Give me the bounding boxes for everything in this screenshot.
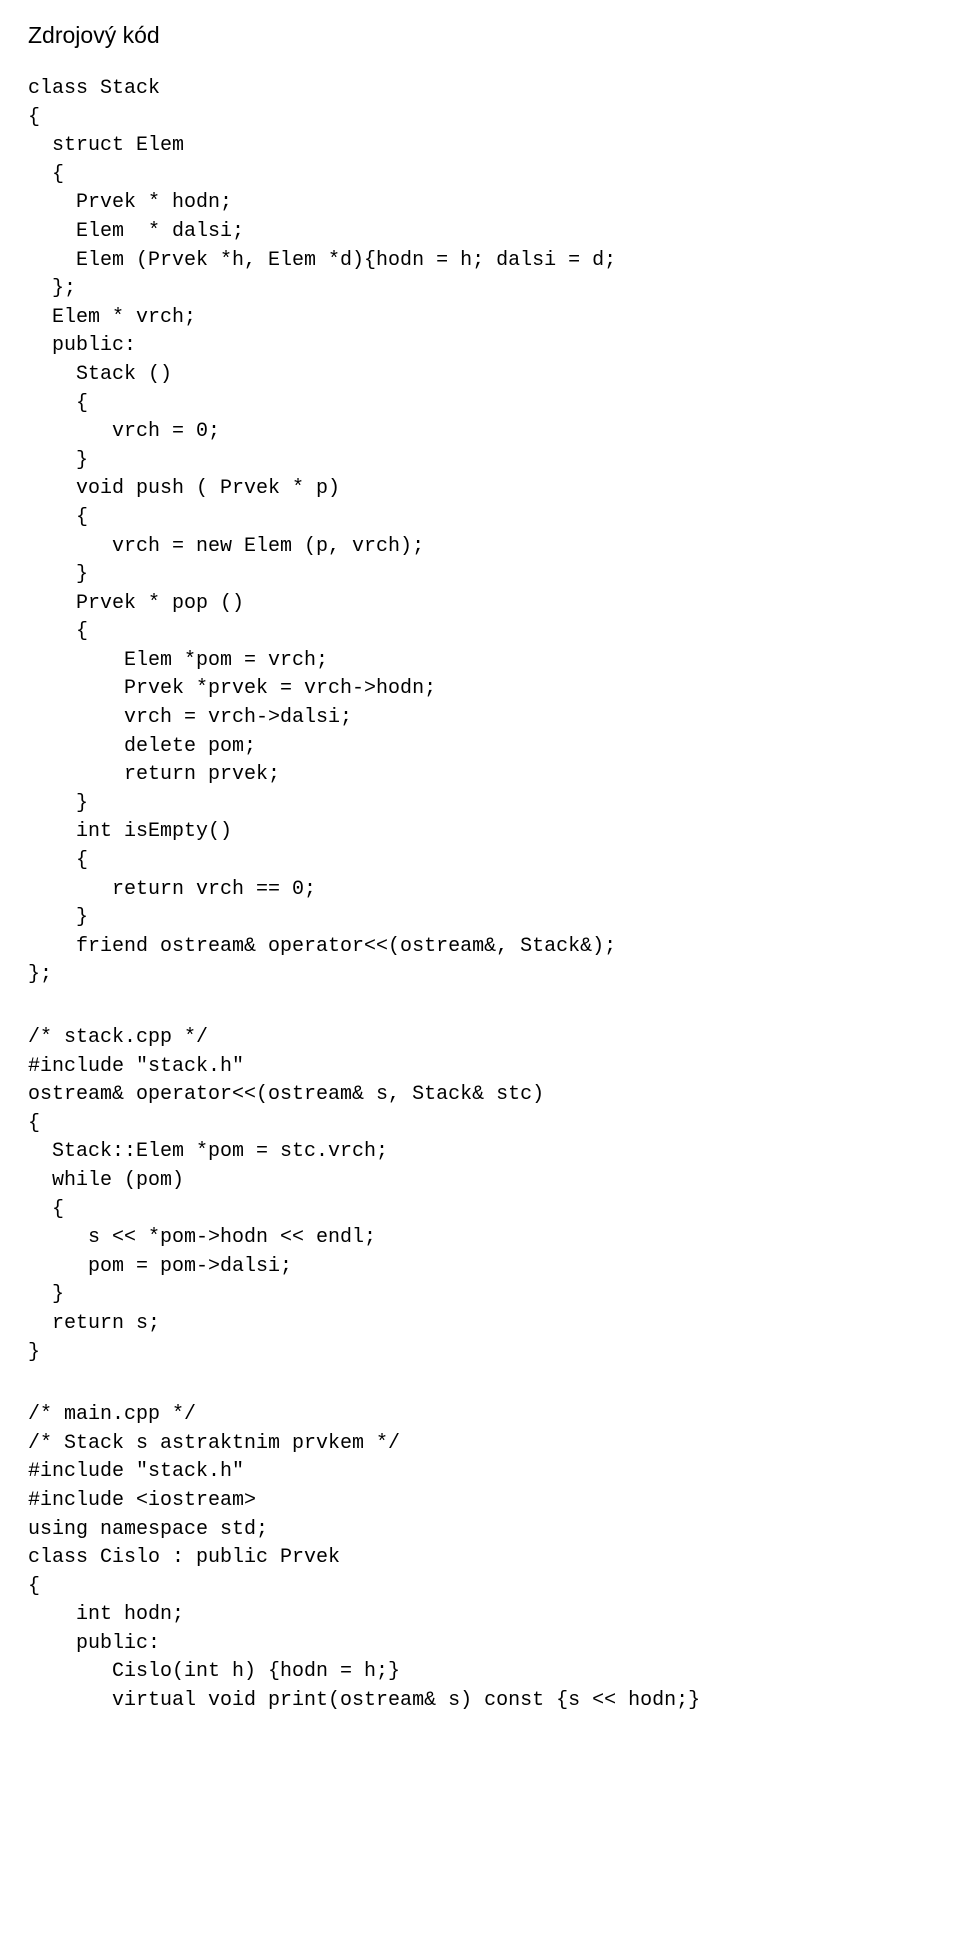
page-title: Zdrojový kód	[28, 22, 932, 49]
code-block-3: /* main.cpp */ /* Stack s astraktnim prv…	[28, 1401, 932, 1716]
code-block-2: /* stack.cpp */ #include "stack.h" ostre…	[28, 1024, 932, 1367]
page-content: Zdrojový kód class Stack { struct Elem {…	[0, 0, 960, 1790]
code-block-1: class Stack { struct Elem { Prvek * hodn…	[28, 75, 932, 990]
